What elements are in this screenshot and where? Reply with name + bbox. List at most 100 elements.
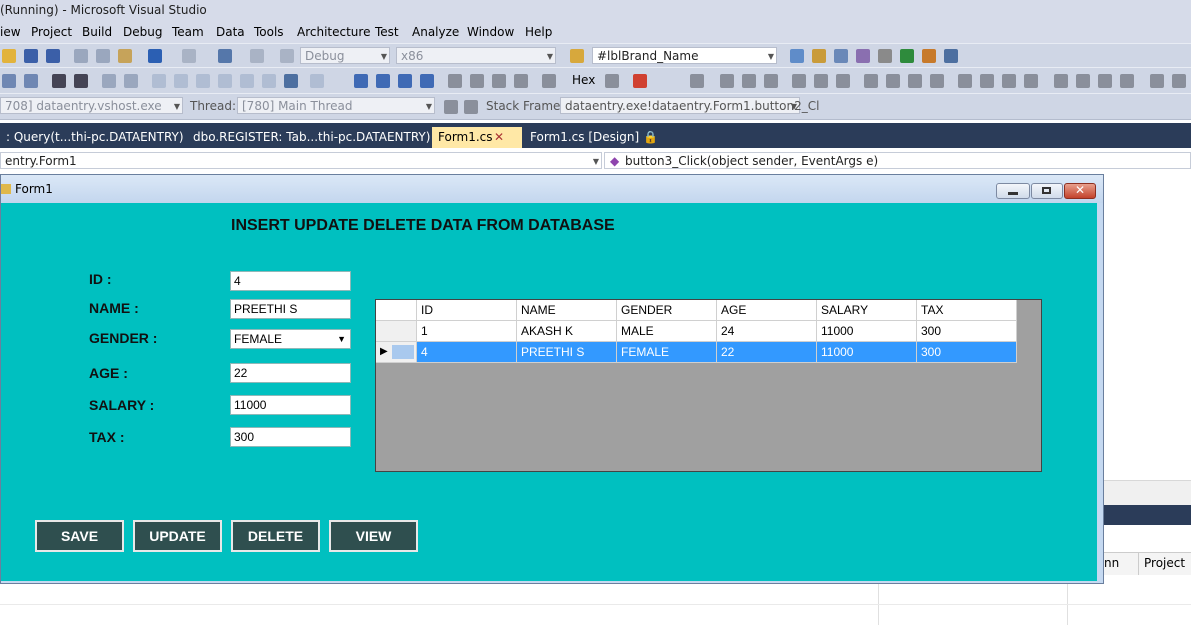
uncomment-icon[interactable] <box>124 74 138 88</box>
grid-icon[interactable] <box>690 74 704 88</box>
gender-select[interactable]: FEMALE ▼ <box>230 329 351 349</box>
step-into-icon[interactable] <box>470 74 484 88</box>
paste-icon[interactable] <box>118 49 132 63</box>
continue-icon[interactable] <box>354 74 368 88</box>
save-button[interactable]: SAVE <box>35 520 124 552</box>
menu-view[interactable]: iew <box>0 25 21 39</box>
v-spacing-inc-icon[interactable] <box>1076 74 1090 88</box>
tax-field[interactable]: 300 <box>230 427 351 447</box>
id-field[interactable]: 4 <box>230 271 351 291</box>
row-header-current[interactable]: ▶ <box>376 342 417 363</box>
navigate-forward-icon[interactable] <box>250 49 264 63</box>
maximize-button[interactable] <box>1031 183 1063 199</box>
comment-icon[interactable] <box>102 74 116 88</box>
menu-build[interactable]: Build <box>82 25 112 39</box>
show-next-statement-icon[interactable] <box>448 74 462 88</box>
h-spacing-dec-icon[interactable] <box>1002 74 1016 88</box>
open-icon[interactable] <box>2 49 16 63</box>
object-browser-icon[interactable] <box>834 49 848 63</box>
copy-icon[interactable] <box>96 49 110 63</box>
table-cell[interactable]: 24 <box>717 321 817 342</box>
minimize-button[interactable] <box>996 183 1030 199</box>
bookmark-next-folder-icon[interactable] <box>284 74 298 88</box>
flag-all-threads-icon[interactable] <box>464 100 478 114</box>
h-spacing-inc-icon[interactable] <box>980 74 994 88</box>
bookmark-next-icon[interactable] <box>196 74 210 88</box>
table-cell-selected[interactable]: FEMALE <box>617 342 717 363</box>
thread-combo[interactable]: [780] Main Thread ▼ <box>237 97 435 114</box>
redo-icon[interactable] <box>182 49 196 63</box>
menu-help[interactable]: Help <box>525 25 552 39</box>
menu-tools[interactable]: Tools <box>254 25 284 39</box>
align-bottoms-icon[interactable] <box>836 74 850 88</box>
same-width-icon[interactable] <box>864 74 878 88</box>
properties-icon[interactable] <box>812 49 826 63</box>
align-lefts-icon[interactable] <box>720 74 734 88</box>
table-cell-selected[interactable]: 4 <box>417 342 517 363</box>
v-spacing-icon[interactable] <box>1054 74 1068 88</box>
toolbox-icon[interactable] <box>856 49 870 63</box>
stop-icon[interactable] <box>398 74 412 88</box>
tab-form1-design[interactable]: Form1.cs [Design] 🔒 <box>524 127 664 148</box>
breakpoint-icon[interactable] <box>633 74 647 88</box>
flag-thread-icon[interactable] <box>444 100 458 114</box>
quickwatch-icon[interactable] <box>542 74 556 88</box>
data-grid[interactable]: ID NAME GENDER AGE SALARY TAX 1 AKASH K … <box>375 299 1042 472</box>
menu-team[interactable]: Team <box>172 25 204 39</box>
type-combo[interactable]: entry.Form1 ▼ <box>0 152 602 169</box>
size-to-grid-icon[interactable] <box>930 74 944 88</box>
column-header-tax[interactable]: TAX <box>917 300 1017 321</box>
step-out-icon[interactable] <box>514 74 528 88</box>
column-header-salary[interactable]: SALARY <box>817 300 917 321</box>
tab-register-table[interactable]: dbo.REGISTER: Tab...thi-pc.DATAENTRY) <box>187 127 436 148</box>
close-button[interactable]: ✕ <box>1064 183 1096 199</box>
table-cell[interactable]: AKASH K <box>517 321 617 342</box>
table-cell[interactable]: MALE <box>617 321 717 342</box>
outdent-icon[interactable] <box>74 74 88 88</box>
hex-toggle[interactable]: Hex <box>572 73 595 87</box>
breakpoint-window-icon[interactable] <box>310 74 324 88</box>
age-field[interactable]: 22 <box>230 363 351 383</box>
align-middles-icon[interactable] <box>814 74 828 88</box>
center-v-icon[interactable] <box>1172 74 1186 88</box>
align-rights-icon[interactable] <box>764 74 778 88</box>
bookmark-prev-icon[interactable] <box>174 74 188 88</box>
form1-title-bar[interactable]: Form1 ✕ <box>1 175 1103 203</box>
find-in-files-icon[interactable] <box>570 49 584 63</box>
column-header-id[interactable]: ID <box>417 300 517 321</box>
column-header-age[interactable]: AGE <box>717 300 817 321</box>
save-icon[interactable] <box>24 49 38 63</box>
menu-data[interactable]: Data <box>216 25 245 39</box>
output-icon[interactable] <box>605 74 619 88</box>
table-cell[interactable]: 11000 <box>817 321 917 342</box>
column-header-project[interactable]: Project <box>1144 556 1185 570</box>
view-button[interactable]: VIEW <box>329 520 418 552</box>
pause-icon[interactable] <box>376 74 390 88</box>
menu-project[interactable]: Project <box>31 25 72 39</box>
process-combo[interactable]: 708] dataentry.vshost.exe ▼ <box>0 97 183 114</box>
close-icon[interactable]: ✕ <box>494 127 504 147</box>
tab-query[interactable]: : Query(t...thi-pc.DATAENTRY) <box>0 127 190 148</box>
indent-icon[interactable] <box>52 74 66 88</box>
name-field[interactable]: PREETHI S <box>230 299 351 319</box>
menu-analyze[interactable]: Analyze <box>412 25 459 39</box>
table-cell[interactable]: 1 <box>417 321 517 342</box>
bookmark-clear-icon[interactable] <box>218 74 232 88</box>
tab-form1-cs[interactable]: Form1.cs ✕ <box>432 127 522 148</box>
table-cell-selected[interactable]: 300 <box>917 342 1017 363</box>
table-cell[interactable]: 300 <box>917 321 1017 342</box>
bookmark-folder-icon[interactable] <box>240 74 254 88</box>
salary-field[interactable]: 11000 <box>230 395 351 415</box>
find-combo[interactable]: #lblBrand_Name ▼ <box>592 47 777 64</box>
h-spacing-remove-icon[interactable] <box>1024 74 1038 88</box>
solution-explorer-icon[interactable] <box>790 49 804 63</box>
extension-icon[interactable] <box>922 49 936 63</box>
bookmark-prev-folder-icon[interactable] <box>262 74 276 88</box>
column-header-gender[interactable]: GENDER <box>617 300 717 321</box>
menu-test[interactable]: Test <box>375 25 399 39</box>
column-header-name[interactable]: NAME <box>517 300 617 321</box>
command-window-icon[interactable] <box>944 49 958 63</box>
table-cell-selected[interactable]: 22 <box>717 342 817 363</box>
h-spacing-icon[interactable] <box>958 74 972 88</box>
table-cell-selected[interactable]: PREETHI S <box>517 342 617 363</box>
